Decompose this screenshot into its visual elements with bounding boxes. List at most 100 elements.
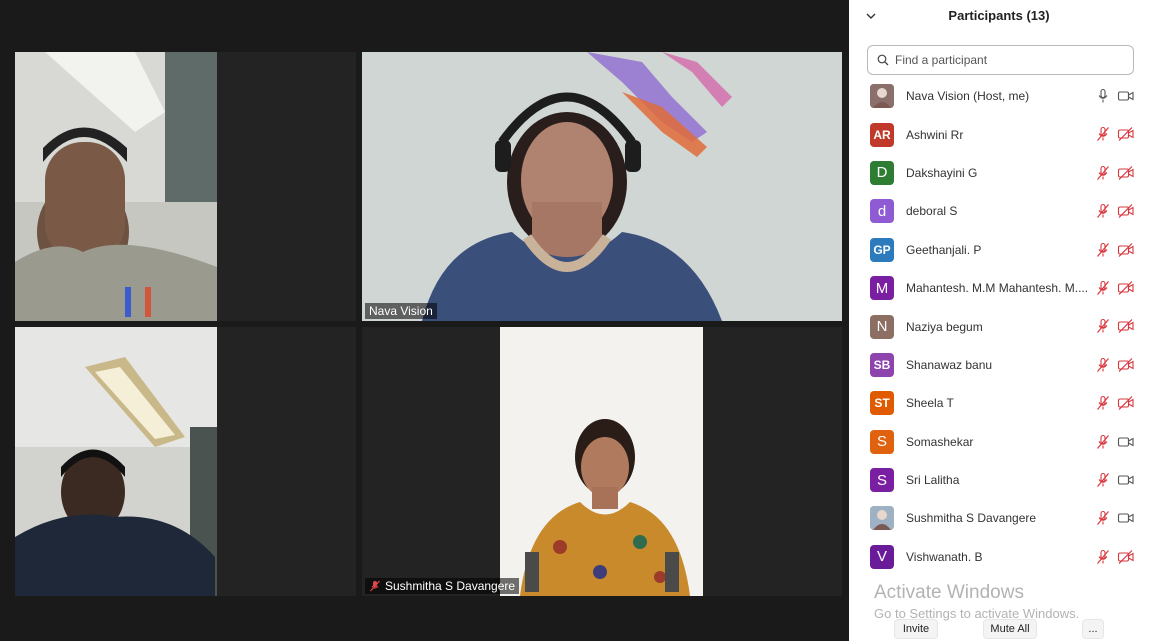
avatar-initials: d xyxy=(877,202,887,220)
video-off-icon[interactable] xyxy=(1117,280,1135,296)
mic-muted-icon[interactable] xyxy=(1095,357,1111,373)
participant-name: Shanawaz banu xyxy=(906,357,993,372)
mic-muted-icon[interactable] xyxy=(1095,549,1111,565)
video-feed-4 xyxy=(500,327,703,596)
participant-avatar xyxy=(870,506,894,531)
participant-name: Geethanjali. P xyxy=(906,242,982,257)
avatar-initials: S xyxy=(876,433,887,451)
participant-avatar: M xyxy=(870,276,894,301)
participant-name: Somashekar xyxy=(906,434,974,449)
mic-muted-icon[interactable] xyxy=(1095,472,1111,488)
panel-title: Participants (13) xyxy=(948,8,1050,23)
participant-avatar: N xyxy=(870,314,894,339)
participant-search-box[interactable] xyxy=(867,45,1134,75)
participant-avatar xyxy=(870,84,894,109)
participant-avatar: D xyxy=(870,160,894,185)
avatar-initials: D xyxy=(876,164,888,182)
participant-name: Mahantesh. M.M Mahantesh. M.... xyxy=(906,281,1089,296)
participant-name: Sheela T xyxy=(906,396,954,411)
participant-row[interactable]: AR Ashwini Rr xyxy=(849,115,1149,153)
participant-name: Sushmitha S Davangere xyxy=(906,511,1037,526)
avatar-initials: V xyxy=(876,548,887,566)
participant-row[interactable]: Nava Vision (Host, me) xyxy=(849,77,1149,115)
video-tile-4[interactable]: Sushmitha S Davangere xyxy=(362,327,842,596)
video-off-icon[interactable] xyxy=(1117,318,1135,334)
participant-avatar: ST xyxy=(870,391,894,416)
invite-button[interactable]: Invite xyxy=(894,619,938,639)
video-off-icon[interactable] xyxy=(1117,395,1135,411)
search-icon xyxy=(877,54,889,66)
participant-row[interactable]: d deboral S xyxy=(849,192,1149,230)
mic-muted-icon xyxy=(370,580,380,592)
watermark-title: Activate Windows xyxy=(874,582,1024,603)
participant-avatar: SB xyxy=(870,352,894,377)
video-off-icon[interactable] xyxy=(1117,203,1135,219)
participant-name: deboral S xyxy=(906,204,958,219)
video-tile-2[interactable]: Nava Vision xyxy=(362,52,842,321)
participant-row[interactable]: ST Sheela T xyxy=(849,384,1149,422)
mic-muted-icon[interactable] xyxy=(1095,510,1111,526)
participant-row[interactable]: V Vishwanath. B xyxy=(849,538,1149,576)
video-feed-3 xyxy=(15,327,217,596)
participant-row[interactable]: D Dakshayini G xyxy=(849,154,1149,192)
video-icon[interactable] xyxy=(1117,510,1135,526)
video-off-icon[interactable] xyxy=(1117,357,1135,373)
mic-muted-icon[interactable] xyxy=(1095,165,1111,181)
video-name-tag-2: Nava Vision xyxy=(365,303,437,319)
mic-muted-icon[interactable] xyxy=(1095,203,1111,219)
avatar-initials: M xyxy=(875,279,889,297)
zoom-meeting-window: Nava Vision Sushmitha S Davangere Partic… xyxy=(0,0,1149,641)
panel-footer: Invite Mute All ... xyxy=(849,617,1149,641)
video-feed-2 xyxy=(362,52,842,321)
participant-row[interactable]: Sushmitha S Davangere xyxy=(849,499,1149,537)
mic-muted-icon[interactable] xyxy=(1095,280,1111,296)
mute-all-button[interactable]: Mute All xyxy=(983,619,1037,639)
avatar-initials: N xyxy=(876,318,888,336)
participants-panel: Participants (13) Nava Vision (Host, me)… xyxy=(849,0,1149,641)
participant-name: Sri Lalitha xyxy=(906,473,960,488)
video-off-icon[interactable] xyxy=(1117,165,1135,181)
participant-name: Naziya begum xyxy=(906,319,983,334)
video-icon[interactable] xyxy=(1117,472,1135,488)
video-name-tag-4: Sushmitha S Davangere xyxy=(365,578,520,594)
participant-avatar: AR xyxy=(870,122,894,147)
video-gallery: Nava Vision Sushmitha S Davangere xyxy=(0,0,849,641)
participant-row[interactable]: SB Shanawaz banu xyxy=(849,346,1149,384)
video-tile-1[interactable] xyxy=(15,52,356,321)
participant-row[interactable]: M Mahantesh. M.M Mahantesh. M.... xyxy=(849,269,1149,307)
video-feed-1 xyxy=(15,52,217,321)
video-icon[interactable] xyxy=(1117,434,1135,450)
video-off-icon[interactable] xyxy=(1117,126,1135,142)
participant-row[interactable]: S Sri Lalitha xyxy=(849,461,1149,499)
avatar-initials: SB xyxy=(873,357,891,372)
panel-header: Participants (13) xyxy=(849,0,1149,32)
mic-muted-icon[interactable] xyxy=(1095,318,1111,334)
participant-search-input[interactable] xyxy=(895,53,1115,67)
avatar-initials: S xyxy=(876,471,887,489)
more-options-button[interactable]: ... xyxy=(1082,619,1104,639)
mic-muted-icon[interactable] xyxy=(1095,395,1111,411)
video-name-label: Sushmitha S Davangere xyxy=(385,579,516,593)
activate-windows-watermark: Activate Windows Go to Settings to activ… xyxy=(874,582,1079,621)
participant-list: Nava Vision (Host, me) AR Ashwini Rr D Daksh… xyxy=(849,77,1149,576)
participant-name: Dakshayini G xyxy=(906,165,978,180)
participant-row[interactable]: GP Geethanjali. P xyxy=(849,231,1149,269)
mic-muted-icon[interactable] xyxy=(1095,242,1111,258)
video-off-icon[interactable] xyxy=(1117,242,1135,258)
video-icon[interactable] xyxy=(1117,88,1135,104)
avatar-initials: GP xyxy=(873,242,891,257)
mic-muted-icon[interactable] xyxy=(1095,434,1111,450)
participant-row[interactable]: S Somashekar xyxy=(849,423,1149,461)
participant-row[interactable]: N Naziya begum xyxy=(849,307,1149,345)
participant-avatar: V xyxy=(870,544,894,569)
participant-avatar: S xyxy=(870,468,894,493)
mic-icon[interactable] xyxy=(1095,88,1111,104)
video-tile-3[interactable] xyxy=(15,327,356,596)
participant-name: Vishwanath. B xyxy=(906,549,983,564)
video-off-icon[interactable] xyxy=(1117,549,1135,565)
avatar-initials: ST xyxy=(874,396,890,411)
mic-muted-icon[interactable] xyxy=(1095,126,1111,142)
participant-avatar: GP xyxy=(870,237,894,262)
participant-name: Nava Vision (Host, me) xyxy=(906,89,1030,104)
avatar-initials: AR xyxy=(873,127,891,142)
